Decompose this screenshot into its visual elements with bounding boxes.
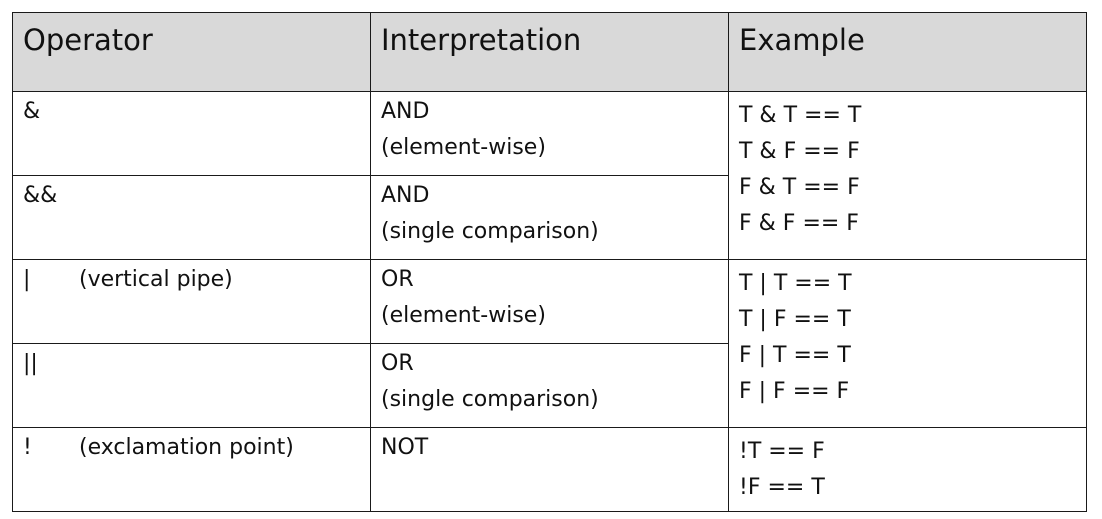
operator-note: (vertical pipe) <box>79 267 233 292</box>
header-operator: Operator <box>12 12 371 92</box>
table-row: | (vertical pipe) OR (element-wise) T | T… <box>12 259 1087 428</box>
interpretation-cell: OR (element-wise) <box>370 259 729 344</box>
operator-cell: && <box>12 175 371 260</box>
table-row: & AND (element-wise) T & T == T T & F ==… <box>12 91 1087 260</box>
example-cell-or: T | T == T T | F == T F | T == T F | F =… <box>728 259 1087 428</box>
example-line: F & F == F <box>739 211 859 236</box>
interpretation-detail: (single comparison) <box>381 387 599 412</box>
interpretation-name: OR <box>381 267 414 292</box>
header-row: Operator Interpretation Example <box>12 12 1087 92</box>
header-example: Example <box>728 12 1087 92</box>
operators-table: Operator Interpretation Example & AND (e… <box>12 12 1087 512</box>
example-line: !T == F <box>739 439 825 464</box>
example-cell-not: !T == F !F == T <box>728 427 1087 512</box>
interpretation-name: AND <box>381 99 430 124</box>
example-cell-and: T & T == T T & F == F F & T == F F & F =… <box>728 91 1087 260</box>
example-line: !F == T <box>739 475 825 500</box>
example-line: T | T == T <box>739 271 852 296</box>
interpretation-cell: AND (single comparison) <box>370 175 729 260</box>
interpretation-name: NOT <box>381 435 429 460</box>
interpretation-cell: OR (single comparison) <box>370 343 729 428</box>
operator-symbol: | <box>23 267 31 292</box>
operator-note: (exclamation point) <box>79 435 294 460</box>
operator-symbol: & <box>23 99 41 124</box>
interpretation-detail: (element-wise) <box>381 135 546 160</box>
operator-symbol: || <box>23 351 38 376</box>
interpretation-name: OR <box>381 351 414 376</box>
header-interpretation: Interpretation <box>370 12 729 92</box>
interpretation-name: AND <box>381 183 430 208</box>
interpretation-cell: AND (element-wise) <box>370 91 729 176</box>
example-line: F | F == F <box>739 379 850 404</box>
interpretation-detail: (single comparison) <box>381 219 599 244</box>
operator-cell: | (vertical pipe) <box>12 259 371 344</box>
operator-cell: & <box>12 91 371 176</box>
interpretation-cell: NOT <box>370 427 729 512</box>
operator-symbol: ! <box>23 435 32 460</box>
example-line: F | T == T <box>739 343 851 368</box>
operator-cell: || <box>12 343 371 428</box>
example-line: F & T == F <box>739 175 860 200</box>
table-row: ! (exclamation point) NOT !T == F !F == T <box>12 427 1087 512</box>
example-line: T & T == T <box>739 103 862 128</box>
example-line: T & F == F <box>739 139 860 164</box>
operator-cell: ! (exclamation point) <box>12 427 371 512</box>
interpretation-detail: (element-wise) <box>381 303 546 328</box>
example-line: T | F == T <box>739 307 851 332</box>
operator-symbol: && <box>23 183 58 208</box>
